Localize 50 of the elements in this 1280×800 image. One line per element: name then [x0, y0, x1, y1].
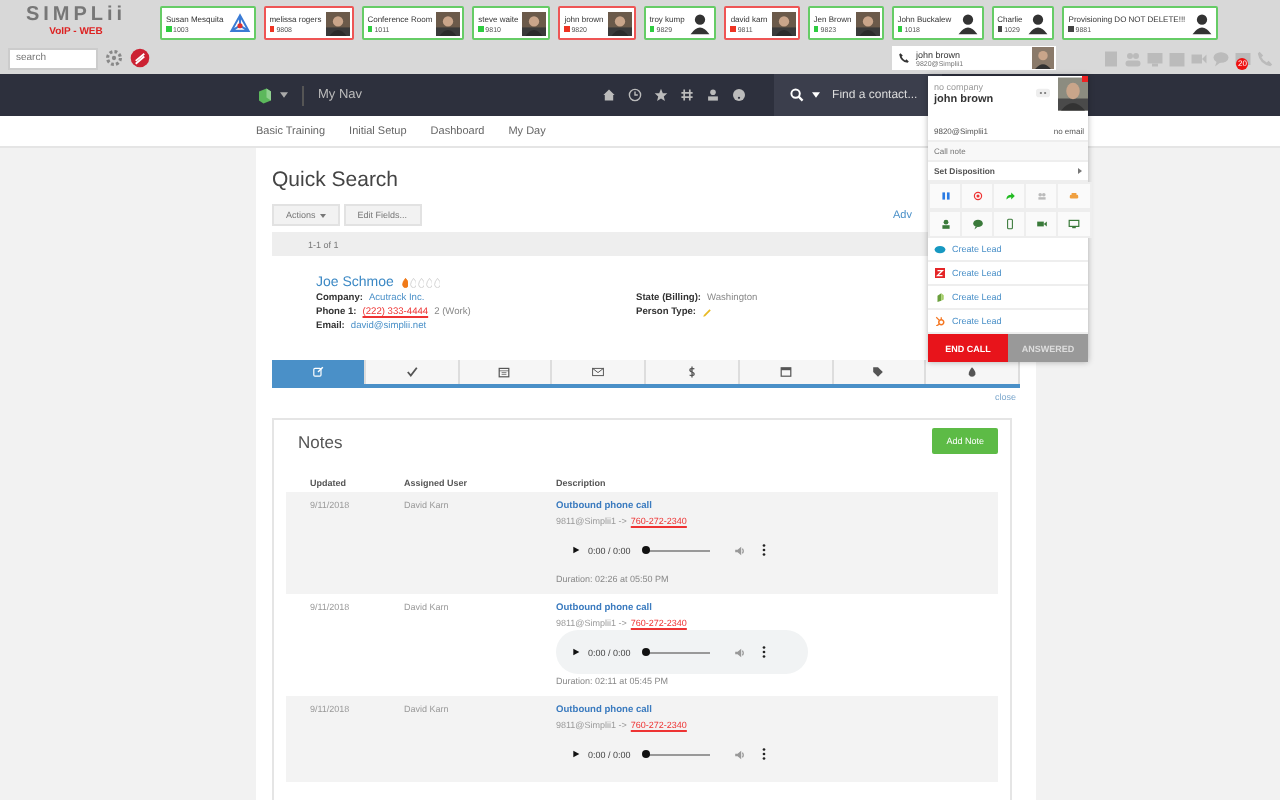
clock-icon[interactable] [628, 88, 643, 102]
tag-icon [872, 366, 885, 378]
star-icon[interactable] [654, 88, 669, 102]
keypad-icon[interactable] [1036, 88, 1050, 98]
caret-icon[interactable] [280, 92, 288, 98]
hash-icon[interactable] [680, 88, 695, 102]
voicemail-icon[interactable] [1234, 49, 1252, 67]
search-icon [790, 88, 805, 102]
person-icon [1026, 11, 1051, 35]
logo-icon[interactable] [130, 48, 150, 68]
cloud-icon [934, 244, 946, 254]
note-icon [311, 366, 324, 378]
settings-icon[interactable] [104, 48, 124, 68]
more-icon[interactable] [762, 544, 767, 556]
volume-icon[interactable] [734, 647, 747, 657]
section-title: Notes [298, 431, 343, 451]
check-icon [405, 366, 418, 378]
network-icon [227, 11, 252, 35]
caret-icon [812, 92, 821, 98]
person-icon [955, 11, 980, 35]
play-icon[interactable] [572, 648, 580, 656]
person-icon[interactable] [706, 88, 721, 102]
caret-icon [319, 213, 326, 217]
caret-icon [1078, 168, 1082, 174]
sprocket-icon [934, 316, 946, 326]
calendar-icon [498, 366, 511, 378]
volume-icon[interactable] [734, 749, 747, 759]
cube-icon [934, 292, 946, 302]
phone-icon [898, 52, 910, 64]
z-square-icon [934, 268, 946, 278]
logo: SIMPLii [25, 6, 127, 26]
person-icon [1189, 11, 1214, 35]
volume-icon[interactable] [734, 545, 747, 555]
home-icon[interactable] [602, 88, 617, 102]
more-icon[interactable] [762, 748, 767, 760]
dollar-icon [685, 366, 698, 378]
rating[interactable] [401, 278, 441, 288]
mail-icon [592, 366, 605, 378]
window-icon [779, 366, 792, 378]
monitor-icon[interactable] [1056, 210, 1092, 238]
play-icon[interactable] [572, 546, 580, 554]
flame-icon [966, 366, 979, 378]
car-icon[interactable] [1056, 182, 1092, 210]
cube-logo-icon[interactable] [256, 85, 274, 105]
help-icon[interactable] [732, 88, 747, 102]
person-icon [688, 11, 713, 35]
more-icon[interactable] [762, 646, 767, 658]
tab[interactable] [272, 360, 366, 384]
play-icon[interactable] [572, 750, 580, 758]
page-title: Quick Search [272, 168, 399, 192]
